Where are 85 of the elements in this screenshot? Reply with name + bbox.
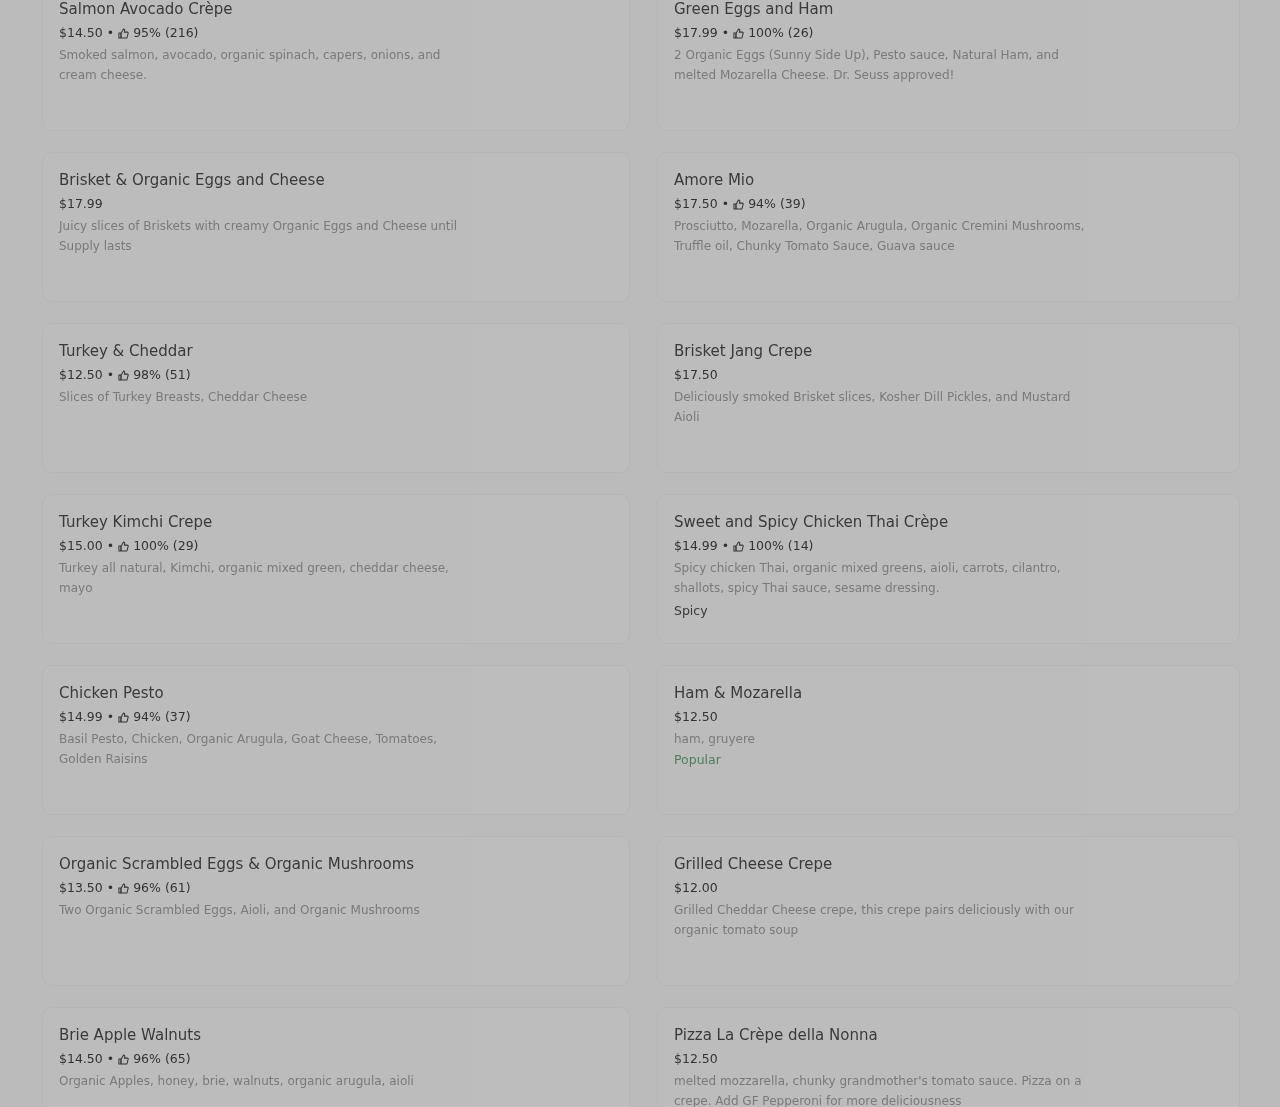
menu-item-card[interactable]: Salmon Avocado Crèpe $14.50 • 95% (216) Smoked salmon, avocado, organic spinach, capers, onions, and cream cheese. <box>42 0 630 131</box>
menu-item-card[interactable]: Turkey & Cheddar $12.50 • 98% (51) Slices of Turkey Breasts, Cheddar Cheese <box>42 323 630 473</box>
thumbs-up-icon <box>118 540 130 552</box>
separator-dot: • <box>106 1050 115 1068</box>
menu-item-card[interactable]: Grilled Cheese Crepe $12.00 Grilled Cheddar Cheese crepe, this crepe pairs deliciously with our organic tomato soup <box>657 836 1240 986</box>
item-title: Green Eggs and Ham <box>674 0 835 20</box>
item-description: 2 Organic Eggs (Sunny Side Up), Pesto sauce, Natural Ham, and melted Mozarella Cheese. Dr. Seuss approved! <box>674 47 1060 84</box>
item-description: Juicy slices of Briskets with creamy Organic Eggs and Cheese until Supply lasts <box>59 218 459 255</box>
item-price: $17.50 <box>674 195 718 213</box>
item-title: Ham & Mozarella <box>674 683 804 704</box>
item-title: Brie Apple Walnuts <box>59 1025 203 1046</box>
item-description: Spicy chicken Thai, organic mixed greens, aioli, carrots, cilantro, shallots, spicy Thai sauce, sesame dressing. <box>674 560 1062 597</box>
separator-dot: • <box>106 708 115 726</box>
item-rating: 95% (216) <box>133 24 199 42</box>
item-title: Turkey Kimchi Crepe <box>59 512 214 533</box>
item-title: Brisket Jang Crepe <box>674 341 814 362</box>
item-description: Turkey all natural, Kimchi, organic mixed green, cheddar cheese, mayo <box>59 560 450 597</box>
item-price: $12.00 <box>674 879 718 897</box>
menu-item-card[interactable]: Ham & Mozarella $12.50 ham, gruyere Popular <box>657 665 1240 815</box>
menu-item-card[interactable]: Amore Mio $17.50 • 94% (39) Prosciutto, Mozarella, Organic Arugula, Organic Cremini Mushrooms, Truffle oil, Chunky Tomato Sauce, Guava sauce <box>657 152 1240 302</box>
menu-item-card[interactable]: Pizza La Crèpe della Nonna $12.50 melted mozzarella, chunky grandmother's tomato sauce. Pizza on a crepe. Add GF Pepperoni for more deliciousness <box>657 1007 1240 1107</box>
item-title: Chicken Pesto <box>59 683 165 704</box>
item-rating: 94% (39) <box>748 195 806 213</box>
item-price: $17.50 <box>674 366 718 384</box>
item-rating: 98% (51) <box>133 366 191 384</box>
item-rating: 100% (14) <box>748 537 814 555</box>
item-price: $12.50 <box>674 708 718 726</box>
item-description: Prosciutto, Mozarella, Organic Arugula, Organic Cremini Mushrooms, Truffle oil, Chunky Tomato Sauce, Guava sauce <box>674 218 1086 255</box>
separator-dot: • <box>721 195 730 213</box>
item-title: Pizza La Crèpe della Nonna <box>674 1025 879 1046</box>
thumbs-up-icon <box>118 1053 130 1065</box>
thumbs-up-icon <box>118 711 130 723</box>
item-description: ham, gruyere <box>674 731 756 748</box>
item-rating: 96% (61) <box>133 879 191 897</box>
item-rating: 100% (29) <box>133 537 199 555</box>
item-rating: 100% (26) <box>748 24 814 42</box>
item-description: Slices of Turkey Breasts, Cheddar Cheese <box>59 389 309 406</box>
item-price: $17.99 <box>59 195 103 213</box>
menu-item-card[interactable]: Chicken Pesto $14.99 • 94% (37) Basil Pesto, Chicken, Organic Arugula, Goat Cheese, Tomatoes, Golden Raisins <box>42 665 630 815</box>
thumbs-up-icon <box>733 198 745 210</box>
item-price: $14.99 <box>674 537 718 555</box>
item-rating: 94% (37) <box>133 708 191 726</box>
item-price: $15.00 <box>59 537 103 555</box>
menu-item-card[interactable]: Turkey Kimchi Crepe $15.00 • 100% (29) Turkey all natural, Kimchi, organic mixed green, cheddar cheese, mayo <box>42 494 630 644</box>
menu-item-card[interactable]: Brisket Jang Crepe $17.50 Deliciously smoked Brisket slices, Kosher Dill Pickles, and Mustard Aioli <box>657 323 1240 473</box>
thumbs-up-icon <box>733 27 745 39</box>
item-title: Amore Mio <box>674 170 756 191</box>
item-price: $17.99 <box>674 24 718 42</box>
item-price: $12.50 <box>59 366 103 384</box>
item-description: Smoked salmon, avocado, organic spinach, capers, onions, and cream cheese. <box>59 47 442 84</box>
item-description: Deliciously smoked Brisket slices, Kosher Dill Pickles, and Mustard Aioli <box>674 389 1072 426</box>
popular-label: Popular <box>674 751 722 769</box>
item-description: melted mozzarella, chunky grandmother's tomato sauce. Pizza on a crepe. Add GF Pepperoni for more deliciousness <box>674 1073 1083 1107</box>
separator-dot: • <box>106 366 115 384</box>
item-title: Grilled Cheese Crepe <box>674 854 834 875</box>
thumbs-up-icon <box>118 882 130 894</box>
item-description: Grilled Cheddar Cheese crepe, this crepe pairs deliciously with our organic tomato soup <box>674 902 1075 939</box>
separator-dot: • <box>106 24 115 42</box>
item-price: $13.50 <box>59 879 103 897</box>
menu-item-card[interactable]: Brisket & Organic Eggs and Cheese $17.99 Juicy slices of Briskets with creamy Organic Eggs and Cheese until Supply lasts <box>42 152 630 302</box>
item-description: Basil Pesto, Chicken, Organic Arugula, Goat Cheese, Tomatoes, Golden Raisins <box>59 731 438 768</box>
separator-dot: • <box>106 537 115 555</box>
separator-dot: • <box>106 879 115 897</box>
item-description: Organic Apples, honey, brie, walnuts, organic arugula, aioli <box>59 1073 415 1090</box>
thumbs-up-icon <box>118 369 130 381</box>
menu-item-card[interactable]: Brie Apple Walnuts $14.50 • 96% (65) Organic Apples, honey, brie, walnuts, organic arugula, aioli <box>42 1007 630 1107</box>
item-price: $12.50 <box>674 1050 718 1068</box>
menu-item-card[interactable]: Sweet and Spicy Chicken Thai Crèpe $14.99 • 100% (14) Spicy chicken Thai, organic mixed greens, aioli, carrots, cilantro, shallots, spicy Thai sauce, sesame dressing. Spicy <box>657 494 1240 644</box>
item-title: Salmon Avocado Crèpe <box>59 0 234 20</box>
menu-item-card[interactable]: Green Eggs and Ham $17.99 • 100% (26) 2 Organic Eggs (Sunny Side Up), Pesto sauce, Natural Ham, and melted Mozarella Cheese. Dr. Seuss approved! <box>657 0 1240 131</box>
item-title: Organic Scrambled Eggs & Organic Mushrooms <box>59 854 416 875</box>
item-title: Brisket & Organic Eggs and Cheese <box>59 170 326 191</box>
thumbs-up-icon <box>733 540 745 552</box>
spicy-label: Spicy <box>674 602 709 620</box>
separator-dot: • <box>721 24 730 42</box>
item-rating: 96% (65) <box>133 1050 191 1068</box>
item-title: Turkey & Cheddar <box>59 341 194 362</box>
menu-item-card[interactable]: Organic Scrambled Eggs & Organic Mushrooms $13.50 • 96% (61) Two Organic Scrambled Eggs, Aioli, and Organic Mushrooms <box>42 836 630 986</box>
thumbs-up-icon <box>118 27 130 39</box>
item-price: $14.99 <box>59 708 103 726</box>
separator-dot: • <box>721 537 730 555</box>
item-price: $14.50 <box>59 24 103 42</box>
item-title: Sweet and Spicy Chicken Thai Crèpe <box>674 512 950 533</box>
item-description: Two Organic Scrambled Eggs, Aioli, and Organic Mushrooms <box>59 902 421 919</box>
item-price: $14.50 <box>59 1050 103 1068</box>
